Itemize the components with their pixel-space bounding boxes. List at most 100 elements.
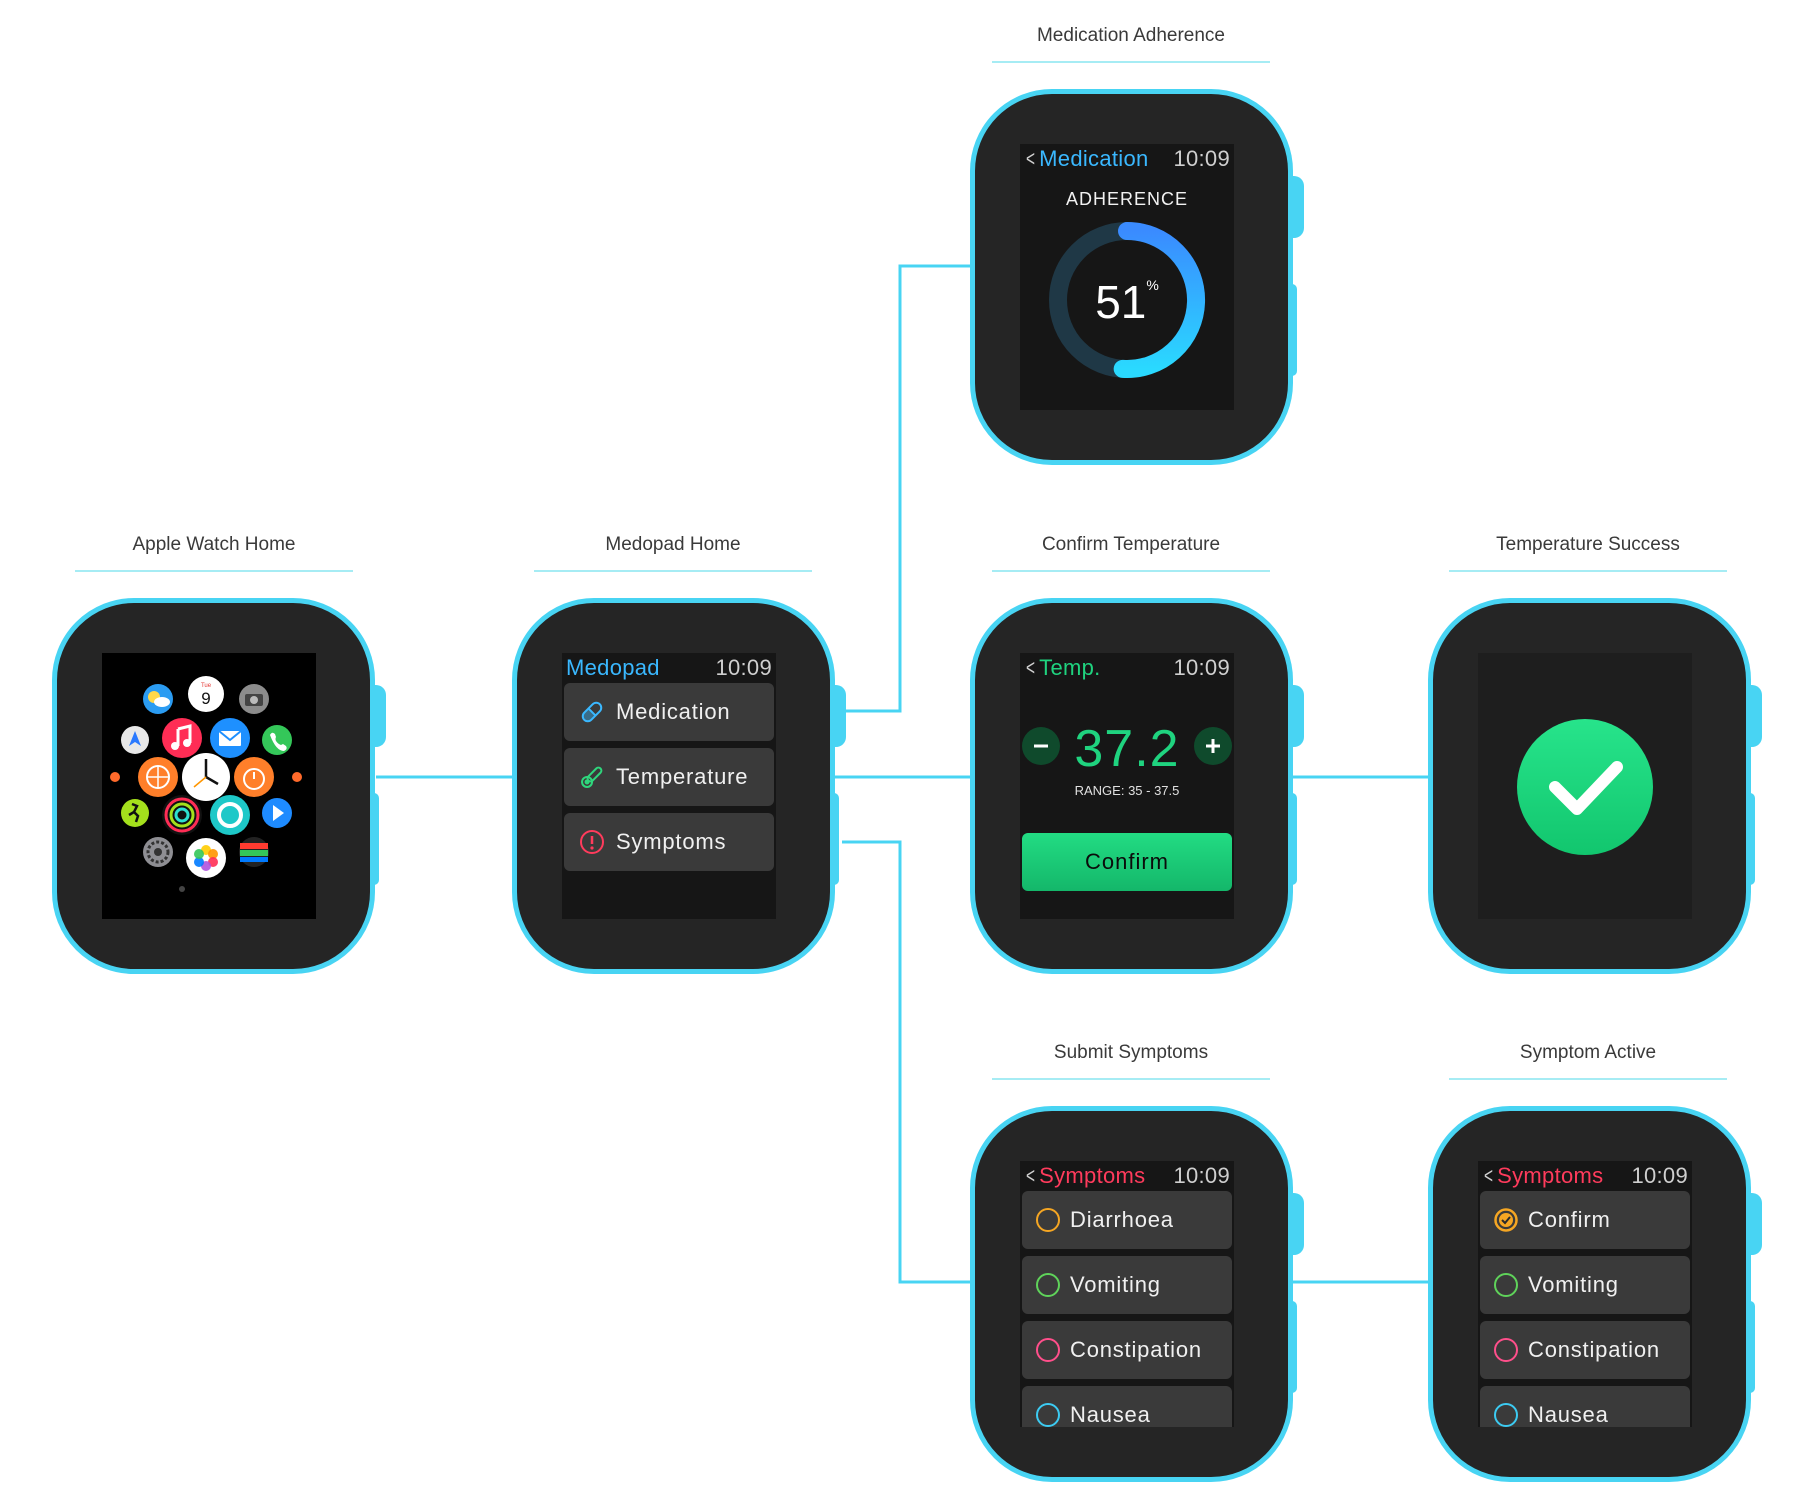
label-symptom-active: Symptom Active — [1449, 1038, 1727, 1080]
watch-symptom-active: < Symptoms 10:09 Confirm Vomiting Consti… — [1428, 1106, 1762, 1482]
mail-icon[interactable] — [210, 718, 250, 758]
back-button[interactable]: < Temp. — [1024, 655, 1101, 681]
remote-icon[interactable] — [262, 798, 292, 828]
symptom-label: Vomiting — [1528, 1272, 1619, 1297]
label-temperature-success: Temperature Success — [1449, 530, 1727, 572]
confirm-button[interactable]: Confirm — [1022, 833, 1232, 891]
adherence-percent: 51 — [1095, 276, 1147, 328]
music-icon[interactable] — [162, 718, 202, 758]
weather-icon[interactable] — [143, 684, 173, 714]
radio-circle-icon — [1494, 1403, 1518, 1427]
label-text: Temperature Success — [1496, 534, 1680, 555]
plus-button[interactable] — [1194, 727, 1232, 765]
label-underline — [992, 570, 1270, 572]
screen-time: 10:09 — [1631, 1163, 1688, 1188]
connector-medopad-to-medication — [842, 264, 970, 713]
watch-confirm-temperature: < Temp. 10:09 37.2 RANGE: 35 - 37.5 Conf… — [970, 598, 1304, 974]
minus-button[interactable] — [1022, 727, 1060, 765]
watch-apple-home: Tue 9 — [52, 598, 386, 974]
stocks-icon[interactable] — [239, 837, 269, 867]
watch-screen — [1478, 653, 1692, 919]
settings-icon[interactable] — [143, 837, 173, 867]
label-text: Submit Symptoms — [1053, 1042, 1209, 1063]
connector-medopad-to-symptoms — [842, 840, 970, 1284]
symptom-label: Constipation — [1070, 1337, 1202, 1362]
thermometer-icon — [581, 766, 603, 788]
symptom-label: Confirm — [1528, 1207, 1611, 1232]
watch-screen: Medopad 10:09 Medication Temperature Sym… — [562, 653, 776, 919]
symptom-item-confirm[interactable]: Confirm — [1480, 1191, 1690, 1249]
menu-item-temperature[interactable]: Temperature — [564, 748, 774, 806]
app-grid: Tue 9 — [110, 676, 302, 892]
symptom-label: Vomiting — [1070, 1272, 1161, 1297]
screen-time: 10:09 — [715, 655, 772, 680]
back-button[interactable]: < Medication — [1024, 146, 1149, 172]
timer-icon[interactable] — [234, 757, 274, 797]
phone-icon[interactable] — [262, 725, 292, 755]
camera-icon[interactable] — [239, 684, 269, 714]
symptom-item-nausea[interactable]: Nausea — [1480, 1386, 1690, 1427]
activity-icon[interactable] — [162, 795, 202, 835]
menu-item-medication[interactable]: Medication — [564, 683, 774, 741]
radio-circle-icon — [1036, 1273, 1060, 1297]
page-dot-icon — [179, 886, 185, 892]
screen-title: Medopad — [566, 655, 660, 680]
minus-icon — [1034, 744, 1048, 748]
radio-circle-icon — [1494, 1338, 1518, 1362]
symptom-item-vomiting[interactable]: Vomiting — [1022, 1256, 1232, 1314]
calendar-day-number: 9 — [201, 689, 210, 708]
symptom-label: Nausea — [1528, 1402, 1609, 1427]
watch-screen: < Symptoms 10:09 Diarrhoea Vomiting Cons… — [1020, 1161, 1234, 1427]
success-circle — [1517, 719, 1653, 855]
back-button[interactable]: < Symptoms — [1482, 1163, 1603, 1189]
screen-header: < Symptoms 10:09 — [1024, 1161, 1230, 1191]
adherence-value: 51% — [1020, 275, 1234, 329]
symptom-item-constipation[interactable]: Constipation — [1022, 1321, 1232, 1379]
workout-icon[interactable] — [121, 799, 149, 827]
watch-screen: Tue 9 — [102, 653, 316, 919]
label-underline — [1449, 570, 1727, 572]
digital-touch-icon[interactable] — [210, 795, 250, 835]
adherence-heading: ADHERENCE — [1065, 189, 1189, 209]
page-dot-icon — [110, 772, 120, 782]
watch-medication-adherence: < Medication 10:09 ADHERENCE 51% — [970, 89, 1304, 465]
symptom-item-diarrhoea[interactable]: Diarrhoea — [1022, 1191, 1232, 1249]
symptom-item-constipation[interactable]: Constipation — [1480, 1321, 1690, 1379]
screen-header: Medopad 10:09 — [566, 653, 772, 683]
menu-item-label: Temperature — [616, 764, 749, 789]
chevron-left-icon: < — [1483, 1163, 1494, 1188]
back-button[interactable]: < Symptoms — [1024, 1163, 1145, 1189]
screen-header: < Symptoms 10:09 — [1482, 1161, 1688, 1191]
chevron-left-icon: < — [1025, 1163, 1036, 1188]
watch-screen: < Symptoms 10:09 Confirm Vomiting Consti… — [1478, 1161, 1692, 1427]
clock-icon[interactable] — [182, 753, 230, 801]
world-clock-icon[interactable] — [138, 757, 178, 797]
label-underline — [992, 61, 1270, 63]
label-medopad-home: Medopad Home — [534, 530, 812, 572]
temperature-value: 37.2 — [1074, 720, 1180, 778]
watch-screen: < Medication 10:09 ADHERENCE 51% — [1020, 144, 1234, 410]
screen-time: 10:09 — [1173, 146, 1230, 171]
label-text: Medication Adherence — [1036, 25, 1225, 46]
watch-medopad-home: Medopad 10:09 Medication Temperature Sym… — [512, 598, 846, 974]
page-dot-icon — [292, 772, 302, 782]
menu-item-symptoms[interactable]: Symptoms — [564, 813, 774, 871]
pill-icon — [581, 701, 603, 723]
screen-title: Medication — [1039, 146, 1149, 171]
watch-screen: < Temp. 10:09 37.2 RANGE: 35 - 37.5 Conf… — [1020, 653, 1234, 919]
label-text: Symptom Active — [1519, 1042, 1657, 1063]
label-text: Apple Watch Home — [132, 534, 296, 555]
temperature-range: RANGE: 35 - 37.5 — [1074, 783, 1180, 798]
calendar-icon[interactable]: Tue 9 — [188, 676, 224, 712]
screen-time: 10:09 — [1173, 655, 1230, 680]
maps-icon[interactable] — [121, 726, 149, 754]
watch-submit-symptoms: < Symptoms 10:09 Diarrhoea Vomiting Cons… — [970, 1106, 1304, 1482]
plus-icon — [1206, 739, 1220, 753]
screen-title: Temp. — [1039, 655, 1101, 680]
symptom-item-vomiting[interactable]: Vomiting — [1480, 1256, 1690, 1314]
label-text: Medopad Home — [605, 534, 741, 555]
symptom-item-nausea[interactable]: Nausea — [1022, 1386, 1232, 1427]
label-confirm-temperature: Confirm Temperature — [992, 530, 1270, 572]
radio-circle-icon — [1036, 1208, 1060, 1232]
photos-icon[interactable] — [186, 838, 226, 878]
